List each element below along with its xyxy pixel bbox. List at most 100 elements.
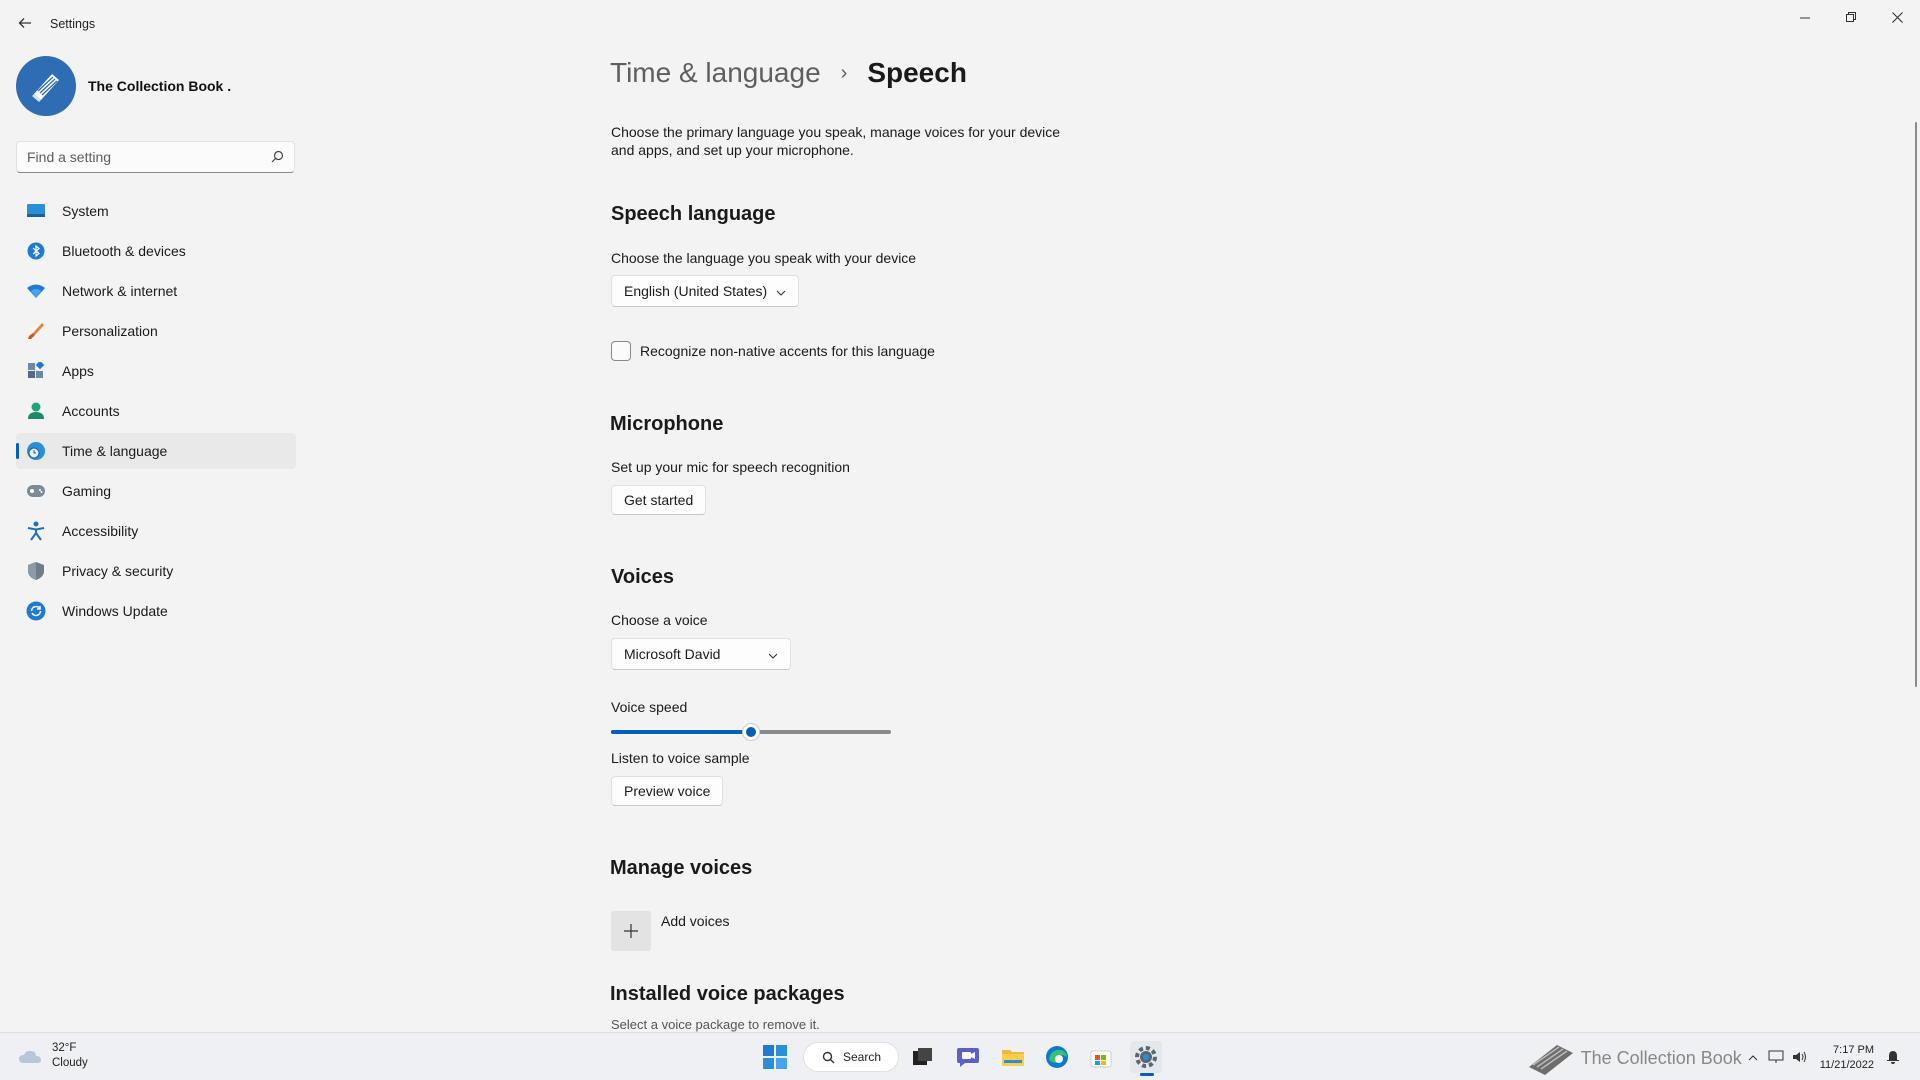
add-voices-label: Add voices — [661, 913, 730, 929]
settings-app-icon[interactable] — [1130, 1041, 1162, 1076]
app-title: Settings — [50, 17, 96, 31]
weather-widget[interactable]: 32°F Cloudy — [18, 1041, 88, 1071]
chevron-right-icon: › — [840, 61, 848, 84]
sidebar-nav: System Bluetooth & devices Network & int… — [16, 193, 296, 633]
voice-speed-slider[interactable] — [611, 723, 891, 741]
teams-chat-icon[interactable] — [952, 1041, 984, 1073]
chevron-down-icon — [768, 646, 778, 662]
microphone-heading: Microphone — [610, 413, 724, 435]
accessibility-icon — [26, 521, 46, 541]
sidebar-item-label: Accounts — [62, 403, 120, 419]
voice-dropdown[interactable]: Microsoft David — [611, 638, 791, 670]
sidebar-item-label: Gaming — [62, 483, 112, 499]
add-icon[interactable] — [611, 911, 651, 951]
time-display: 7:17 PM — [1833, 1044, 1874, 1056]
speech-language-dropdown[interactable]: English (United States) — [611, 275, 799, 307]
sidebar-item-accounts[interactable]: Accounts — [16, 393, 296, 429]
sidebar-item-label: Time & language — [62, 443, 168, 459]
search-input[interactable] — [27, 149, 257, 165]
scrollbar[interactable] — [1915, 122, 1917, 687]
preview-voice-button[interactable]: Preview voice — [611, 776, 724, 806]
weather-description: Cloudy — [52, 1057, 88, 1069]
file-explorer-icon[interactable] — [997, 1041, 1029, 1073]
brush-icon — [26, 321, 46, 341]
close-button[interactable] — [1874, 4, 1920, 30]
page-description: Choose the primary language you speak, m… — [611, 124, 1061, 158]
speech-language-value: English (United States) — [624, 283, 768, 299]
add-voices-row[interactable]: Add voices — [611, 911, 729, 951]
sidebar-item-label: Personalization — [62, 323, 158, 339]
sidebar-item-label: Apps — [62, 363, 94, 379]
gamepad-icon — [26, 481, 46, 501]
shield-icon — [26, 561, 46, 581]
sidebar-item-privacy[interactable]: Privacy & security — [16, 553, 296, 589]
task-view-icon[interactable] — [907, 1041, 939, 1073]
clock[interactable]: 7:17 PM 11/21/2022 — [1820, 1043, 1874, 1073]
notification-bell-icon[interactable] — [1886, 1050, 1900, 1067]
installed-voice-packages-description: Select a voice package to remove it. — [611, 1017, 820, 1032]
sidebar-item-label: Bluetooth & devices — [62, 243, 186, 259]
breadcrumb-parent[interactable]: Time & language — [610, 57, 821, 89]
installed-voice-packages-heading: Installed voice packages — [610, 983, 845, 1005]
sidebar-item-network[interactable]: Network & internet — [16, 273, 296, 309]
globe-clock-icon — [26, 441, 46, 461]
avatar — [16, 56, 76, 116]
start-button[interactable] — [759, 1041, 791, 1073]
sidebar-item-time-language[interactable]: Time & language — [16, 433, 296, 469]
sidebar-item-label: Windows Update — [62, 603, 168, 619]
system-tray: The Collection Book 7:17 PM 11/21/2022 — [1525, 1041, 1900, 1075]
bluetooth-icon — [26, 241, 46, 261]
sidebar-item-label: Network & internet — [62, 283, 178, 299]
slider-thumb[interactable] — [742, 723, 760, 741]
sidebar-item-accessibility[interactable]: Accessibility — [16, 513, 296, 549]
sidebar-item-personalization[interactable]: Personalization — [16, 313, 296, 349]
date-display: 11/21/2022 — [1819, 1059, 1874, 1071]
get-started-button[interactable]: Get started — [611, 485, 707, 515]
volume-icon[interactable] — [1792, 1050, 1808, 1067]
choose-voice-label: Choose a voice — [611, 612, 708, 628]
settings-search-box[interactable] — [16, 141, 295, 173]
sidebar-item-label: System — [62, 203, 109, 219]
chevron-up-icon[interactable] — [1748, 1052, 1758, 1064]
monitor-icon — [26, 201, 46, 221]
sidebar-item-windows-update[interactable]: Windows Update — [16, 593, 296, 629]
page-title: Speech — [867, 57, 967, 88]
taskbar-search-label: Search — [843, 1050, 882, 1064]
non-native-accents-label: Recognize non-native accents for this la… — [640, 343, 935, 359]
windows-logo-icon — [763, 1045, 787, 1069]
manage-voices-heading: Manage voices — [610, 857, 753, 879]
cloud-icon — [19, 1050, 41, 1063]
voices-heading: Voices — [611, 566, 674, 588]
edge-browser-icon[interactable] — [1041, 1041, 1073, 1073]
network-icon[interactable] — [1768, 1050, 1784, 1067]
search-icon[interactable] — [271, 150, 284, 168]
back-arrow-icon[interactable] — [14, 12, 36, 34]
restore-button[interactable] — [1828, 4, 1874, 30]
breadcrumb: Time & language › Speech — [610, 57, 967, 89]
search-icon — [822, 1051, 835, 1063]
microsoft-store-icon[interactable] — [1085, 1041, 1117, 1073]
book-icon — [32, 74, 59, 102]
taskbar: 32°F Cloudy Search The Collection Book 7… — [0, 1032, 1920, 1080]
active-app-indicator — [1140, 1073, 1154, 1076]
non-native-accents-checkbox[interactable] — [611, 341, 631, 361]
minimize-button[interactable] — [1782, 4, 1828, 30]
sidebar-item-label: Accessibility — [62, 523, 139, 539]
taskbar-search[interactable]: Search — [803, 1042, 899, 1072]
sidebar-item-label: Privacy & security — [62, 563, 174, 579]
voice-sample-label: Listen to voice sample — [611, 750, 750, 766]
speech-language-heading: Speech language — [611, 203, 776, 225]
speech-language-label: Choose the language you speak with your … — [611, 250, 917, 266]
weather-temperature: 32°F — [52, 1042, 77, 1054]
sidebar-item-system[interactable]: System — [16, 193, 296, 229]
sidebar-item-apps[interactable]: Apps — [16, 353, 296, 389]
user-profile[interactable]: The Collection Book . — [16, 56, 231, 116]
apps-icon — [26, 361, 46, 381]
title-bar: Settings — [0, 0, 1920, 48]
slider-fill — [611, 730, 751, 734]
update-icon — [26, 601, 46, 621]
person-icon — [26, 401, 46, 421]
book-logo-watermark — [1528, 1045, 1573, 1075]
sidebar-item-bluetooth[interactable]: Bluetooth & devices — [16, 233, 296, 269]
sidebar-item-gaming[interactable]: Gaming — [16, 473, 296, 509]
